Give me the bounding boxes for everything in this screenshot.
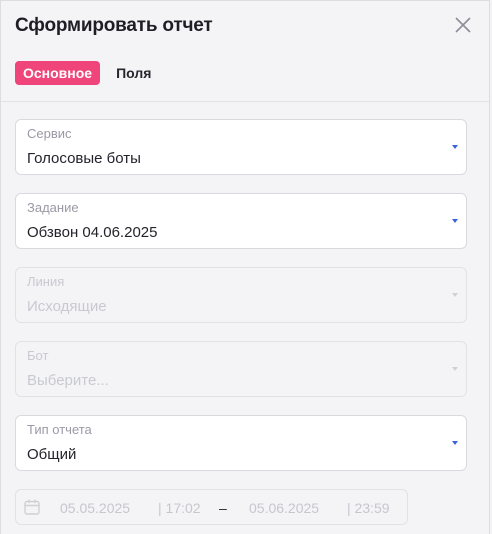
- tab-bar: Основное Поля: [15, 61, 159, 85]
- chevron-down-icon: [452, 367, 458, 371]
- report-dialog: Сформировать отчет Основное Поля Сервис …: [0, 0, 490, 534]
- chevron-down-icon: [452, 145, 458, 149]
- time-from: | 17:02: [158, 500, 201, 516]
- bot-value: Выберите...: [27, 372, 109, 389]
- date-range-picker: 05.05.2025 | 17:02 – 05.06.2025 | 23:59: [15, 489, 408, 525]
- task-label: Задание: [27, 200, 79, 215]
- report-type-value: Общий: [27, 446, 77, 463]
- date-range-separator: –: [219, 500, 227, 516]
- dialog-title: Сформировать отчет: [15, 15, 213, 36]
- chevron-down-icon: [452, 293, 458, 297]
- bot-label: Бот: [27, 348, 49, 363]
- report-type-label: Тип отчета: [27, 422, 92, 437]
- service-select[interactable]: Сервис Голосовые боты: [15, 119, 467, 175]
- date-from: 05.05.2025: [60, 500, 131, 516]
- dialog-header: Сформировать отчет: [15, 15, 475, 41]
- service-value: Голосовые боты: [27, 150, 141, 167]
- task-select[interactable]: Задание Обзвон 04.06.2025: [15, 193, 467, 249]
- chevron-down-icon: [452, 441, 458, 445]
- bot-select: Бот Выберите...: [15, 341, 467, 397]
- line-value: Исходящие: [27, 298, 107, 315]
- line-label: Линия: [27, 274, 65, 289]
- chevron-down-icon: [452, 219, 458, 223]
- task-value: Обзвон 04.06.2025: [27, 224, 158, 241]
- date-to: 05.06.2025: [249, 500, 320, 516]
- header-divider: [1, 101, 489, 102]
- tab-main[interactable]: Основное: [15, 61, 101, 85]
- tab-fields[interactable]: Поля: [108, 61, 159, 85]
- report-type-select[interactable]: Тип отчета Общий: [15, 415, 467, 471]
- line-select: Линия Исходящие: [15, 267, 467, 323]
- close-icon[interactable]: [453, 15, 473, 35]
- calendar-icon: [23, 498, 41, 516]
- time-to: | 23:59: [347, 500, 390, 516]
- service-label: Сервис: [27, 126, 72, 141]
